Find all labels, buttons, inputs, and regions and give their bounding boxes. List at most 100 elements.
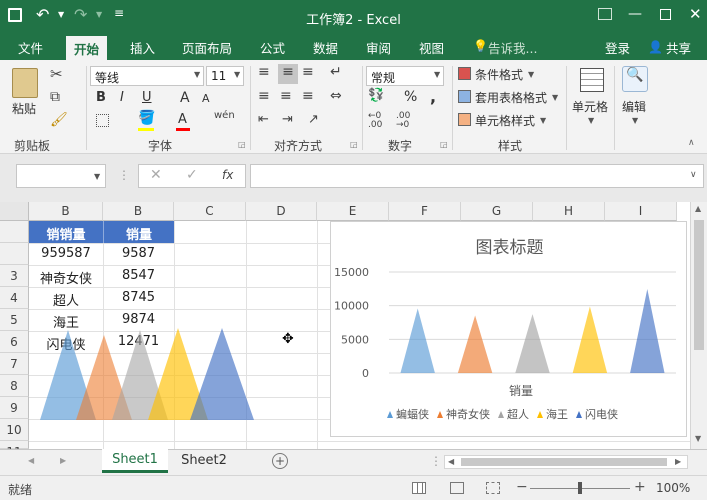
maximize-icon[interactable]	[660, 9, 671, 20]
format-as-table-button[interactable]: 套用表格格式	[475, 89, 547, 106]
tab-home[interactable]: 开始	[66, 36, 108, 60]
align-middle-icon[interactable]: ≡	[278, 64, 298, 84]
column-header[interactable]: I	[605, 202, 677, 221]
currency-icon[interactable]: 💱	[368, 88, 384, 103]
cell-styles-button[interactable]: 单元格样式	[475, 112, 535, 129]
italic-button[interactable]: I	[120, 90, 124, 105]
insert-function-icon[interactable]: fx	[222, 168, 233, 182]
scrollbar-thumb[interactable]	[461, 458, 667, 466]
confirm-entry-icon[interactable]: ✓	[186, 167, 198, 183]
font-color-button[interactable]: A	[178, 112, 187, 127]
phonetic-icon[interactable]: wén	[214, 110, 235, 121]
prev-sheet-icon[interactable]: ◀	[28, 456, 34, 465]
shrink-font-button[interactable]: A	[202, 92, 210, 105]
column-header[interactable]: H	[533, 202, 605, 221]
normal-view-icon[interactable]	[412, 482, 426, 494]
page-layout-view-icon[interactable]	[450, 482, 464, 494]
next-sheet-icon[interactable]: ▶	[60, 456, 66, 465]
triangle-shape-5[interactable]	[190, 328, 254, 420]
merge-center-icon[interactable]: ⇔	[330, 88, 342, 104]
sheet-scroll-grip-icon[interactable]: ⋮	[430, 454, 442, 468]
scroll-left-icon[interactable]: ◀	[448, 457, 454, 466]
column-header[interactable]: G	[461, 202, 533, 221]
page-break-view-icon[interactable]	[486, 482, 500, 494]
comma-button[interactable]: ,	[430, 87, 436, 106]
align-right-icon[interactable]: ≡	[302, 88, 314, 104]
tab-review[interactable]: 审阅	[366, 38, 391, 57]
dialog-launcher-icon[interactable]: ◲	[238, 140, 246, 149]
editing-button[interactable]: 编辑	[622, 98, 646, 115]
chart-plot: 15000 10000 5000 0 蝙蝠侠 神奇女侠 超人 海王 闪电侠	[334, 266, 676, 421]
vertical-scrollbar[interactable]: ▲ ▼	[690, 202, 707, 449]
horizontal-scrollbar[interactable]: ◀ ▶	[444, 455, 688, 469]
cancel-entry-icon[interactable]: ✕	[150, 167, 162, 183]
cut-icon[interactable]: ✂	[50, 65, 63, 83]
grow-font-button[interactable]: A	[180, 90, 190, 106]
align-bottom-icon[interactable]: ≡	[302, 64, 314, 80]
border-icon[interactable]	[96, 114, 109, 127]
font-name-select[interactable]: 等线	[90, 66, 204, 86]
copy-icon[interactable]: ⧉	[50, 89, 60, 105]
font-group-label: 字体	[148, 139, 173, 153]
tab-data[interactable]: 数据	[313, 38, 338, 57]
scroll-right-icon[interactable]: ▶	[675, 457, 681, 466]
close-icon[interactable]: ✕	[689, 5, 702, 23]
increase-indent-icon[interactable]: ⇥	[282, 112, 293, 127]
cells-button[interactable]: 单元格	[572, 98, 608, 115]
legend-label: 超人	[507, 407, 529, 421]
tab-insert[interactable]: 插入	[130, 38, 155, 57]
expand-formula-bar-icon[interactable]: ∨	[690, 170, 697, 180]
sheet-tab-sheet1[interactable]: Sheet1	[102, 449, 168, 473]
tab-file[interactable]: 文件	[18, 38, 43, 57]
conditional-format-button[interactable]: 条件格式	[475, 66, 523, 83]
percent-button[interactable]: %	[404, 89, 417, 105]
paste-icon[interactable]	[12, 68, 38, 98]
underline-button[interactable]: U	[142, 90, 152, 105]
align-top-icon[interactable]: ≡	[258, 64, 270, 80]
format-painter-icon[interactable]: 🖌	[50, 112, 68, 128]
y-tick-label: 15000	[334, 266, 369, 279]
tell-me-search[interactable]: 告诉我...	[488, 38, 537, 57]
chevron-down-icon: ▼	[94, 172, 101, 181]
decrease-indent-icon[interactable]: ⇤	[258, 112, 269, 127]
login-link[interactable]: 登录	[605, 38, 630, 57]
zoom-slider-thumb[interactable]	[578, 482, 582, 494]
decrease-decimal-icon[interactable]: .00 →0	[396, 112, 410, 130]
orientation-icon[interactable]: ↗	[308, 112, 319, 127]
zoom-level[interactable]: 100%	[656, 481, 690, 495]
scroll-down-icon[interactable]: ▼	[695, 434, 701, 443]
align-left-icon[interactable]: ≡	[258, 88, 270, 104]
scrollbar-thumb[interactable]	[694, 220, 704, 350]
chevron-down-icon: ▼	[434, 70, 441, 79]
minimize-icon[interactable]: —	[628, 6, 642, 22]
share-button[interactable]: 共享	[666, 38, 691, 57]
sheet-tab-sheet2[interactable]: Sheet2	[172, 453, 236, 468]
separator	[250, 66, 251, 150]
zoom-in-icon[interactable]: +	[634, 479, 646, 495]
paste-button[interactable]: 粘贴	[12, 100, 36, 117]
dialog-launcher-icon[interactable]: ◲	[440, 140, 448, 149]
align-center-icon[interactable]: ≡	[280, 88, 292, 104]
dialog-launcher-icon[interactable]: ◲	[350, 140, 358, 149]
chart-area[interactable]: 图表标题 15000 10000 5000 0 蝙蝠侠 神奇女侠 超人 海王 闪电侠 销量	[330, 221, 687, 437]
zoom-out-icon[interactable]: −	[516, 479, 528, 495]
chevron-down-icon: ▼	[588, 116, 595, 125]
scroll-up-icon[interactable]: ▲	[695, 204, 701, 213]
separator	[452, 66, 453, 150]
formula-input[interactable]	[250, 164, 704, 188]
column-header[interactable]: F	[389, 202, 461, 221]
tab-formulas[interactable]: 公式	[260, 38, 285, 57]
wrap-text-icon[interactable]: ↵	[330, 64, 342, 80]
fill-color-icon[interactable]: 🪣	[138, 110, 155, 126]
triangle-shapes-overlay[interactable]	[0, 202, 330, 449]
add-sheet-icon[interactable]: +	[272, 453, 288, 469]
number-format-select[interactable]: 常规	[366, 66, 444, 86]
ribbon-tab-bar: 文件 开始 插入 页面布局 公式 数据 审阅 视图 💡 告诉我... 登录 👤 …	[0, 34, 707, 60]
tab-view[interactable]: 视图	[419, 38, 444, 57]
collapse-ribbon-icon[interactable]: ∧	[688, 138, 695, 148]
ribbon-options-icon[interactable]	[598, 8, 612, 20]
increase-decimal-icon[interactable]: ←0.00	[368, 112, 382, 130]
name-box[interactable]	[16, 164, 106, 188]
tab-page-layout[interactable]: 页面布局	[182, 38, 232, 57]
bold-button[interactable]: B	[96, 90, 106, 105]
